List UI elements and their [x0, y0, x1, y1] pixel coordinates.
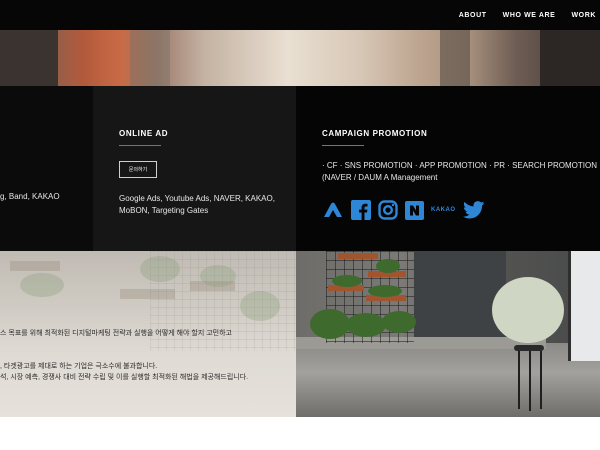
stool-leg — [518, 351, 520, 409]
photo-door — [414, 251, 506, 337]
a-logo-icon[interactable] — [322, 200, 344, 220]
stool-leg — [540, 351, 542, 409]
kakao-icon[interactable]: KAKAO — [431, 200, 456, 220]
instagram-icon[interactable] — [378, 200, 398, 220]
plant — [492, 277, 564, 343]
service-column-partial: g, Band, KAKAO — [0, 86, 93, 251]
facebook-icon[interactable] — [351, 200, 371, 220]
plant — [346, 313, 386, 337]
service-column-campaign: CAMPAIGN PROMOTION · CF · SNS PROMOTION … — [296, 86, 600, 251]
interior-photo — [296, 251, 600, 417]
hero-shape — [0, 30, 58, 86]
campaign-description: · CF · SNS PROMOTION · APP PROMOTION · P… — [322, 161, 597, 182]
social-icons: KAKAO — [322, 200, 485, 220]
hero-shape — [130, 30, 170, 86]
title-underline — [322, 145, 364, 146]
title-underline — [119, 145, 161, 146]
service-column-online-ad: ONLINE AD 문의하기 Google Ads, Youtube Ads, … — [93, 86, 296, 251]
plant — [376, 259, 400, 273]
nav-item-who-we-are[interactable]: WHO WE ARE — [503, 12, 556, 19]
service-partial-text: g, Band, KAKAO — [0, 192, 60, 201]
about-text-line-3: 석, 시장 예측, 경쟁사 대비 전략 수립 및 이를 실행할 최적화된 해법을… — [0, 374, 249, 381]
about-image-panel: 스 목표를 위해 최적화된 디지털마케팅 전략과 실행을 어떻게 해야 할지 고… — [0, 251, 296, 417]
plant — [368, 285, 402, 297]
nav-menu: ABOUT WHO WE ARE WORK — [459, 0, 596, 30]
nav-item-about[interactable]: ABOUT — [459, 12, 487, 19]
plant — [332, 275, 362, 287]
plant — [382, 311, 416, 333]
online-ad-description: Google Ads, Youtube Ads, NAVER, KAKAO, M… — [119, 194, 275, 215]
services-section: g, Band, KAKAO ONLINE AD 문의하기 Google Ads… — [0, 86, 600, 251]
top-navigation: ABOUT WHO WE ARE WORK — [0, 0, 600, 30]
inquiry-button[interactable]: 문의하기 — [119, 161, 157, 178]
twitter-icon[interactable] — [462, 200, 485, 220]
planter — [338, 253, 378, 259]
about-text-line-1: 스 목표를 위해 최적화된 디지털마케팅 전략과 실행을 어떻게 해야 할지 고… — [0, 330, 232, 337]
campaign-title: CAMPAIGN PROMOTION — [322, 129, 428, 138]
hero-shape — [540, 30, 600, 86]
page-bottom-area — [0, 417, 600, 450]
plant — [310, 309, 350, 339]
about-text-line-2: , 타겟광고를 제대로 하는 기업은 극소수에 불과합니다. — [0, 363, 158, 370]
photo-floor — [296, 343, 600, 417]
hero-image — [0, 30, 600, 86]
naver-icon[interactable] — [405, 200, 424, 220]
hero-shape — [440, 30, 470, 86]
stool-leg — [529, 351, 531, 411]
nav-item-work[interactable]: WORK — [571, 12, 596, 19]
photo-window — [568, 251, 600, 361]
online-ad-title: ONLINE AD — [119, 129, 169, 138]
